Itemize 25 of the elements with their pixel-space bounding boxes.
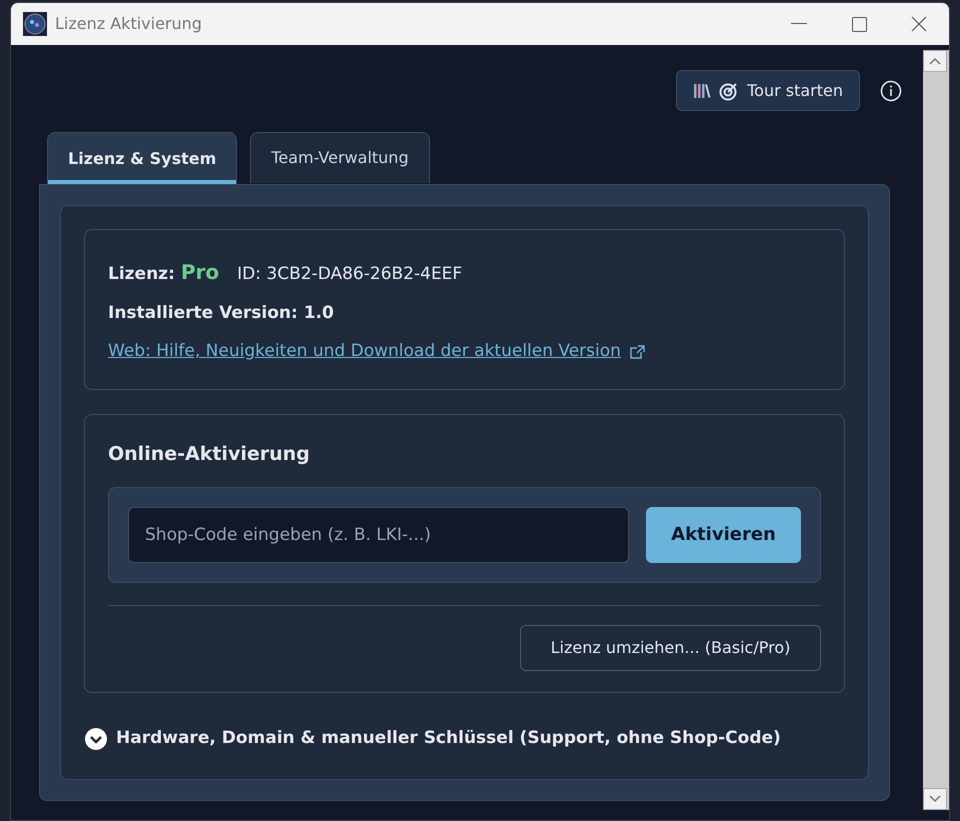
move-license-button[interactable]: Lizenz umziehen... (Basic/Pro) [520,624,821,670]
shop-code-field[interactable]: Shop-Code eingeben (z. B. LKI-...) [128,506,629,562]
license-label: Lizenz: [108,263,175,286]
section-heading: Online-Aktivierung [108,442,311,467]
web-link[interactable]: Web: Hilfe, Neuigkeiten und Download der aktuellen Version [108,339,621,364]
minimize-icon [791,23,807,25]
target-icon [719,80,740,100]
scrollbar[interactable] [923,50,949,810]
installed-version: Installierte Version: 1.0 [108,302,335,324]
window-title: Lizenz Aktivierung [55,13,202,35]
maximize-icon [852,16,866,32]
scroll-down-icon[interactable] [923,788,947,810]
tab[interactable]: Team-Verwaltung [250,132,430,183]
license-id: ID: 3CB2-DA86-26B2-4EEF [237,263,462,286]
external-link-icon [628,344,645,359]
books-icon [693,82,712,98]
app-logo-icon [23,12,47,36]
tab[interactable]: Lizenz & System [47,132,238,184]
tour-button[interactable]: Tour starten [676,70,860,111]
close-icon [911,16,927,32]
scroll-up-icon[interactable] [923,50,947,72]
license-edition: Pro [180,259,220,286]
activate-button[interactable]: Aktivieren [646,506,801,562]
details-toggle[interactable]: Hardware, Domain & manueller Schlüssel (Support, ohne Shop-Code) [84,726,845,752]
info-icon[interactable] [880,80,902,102]
